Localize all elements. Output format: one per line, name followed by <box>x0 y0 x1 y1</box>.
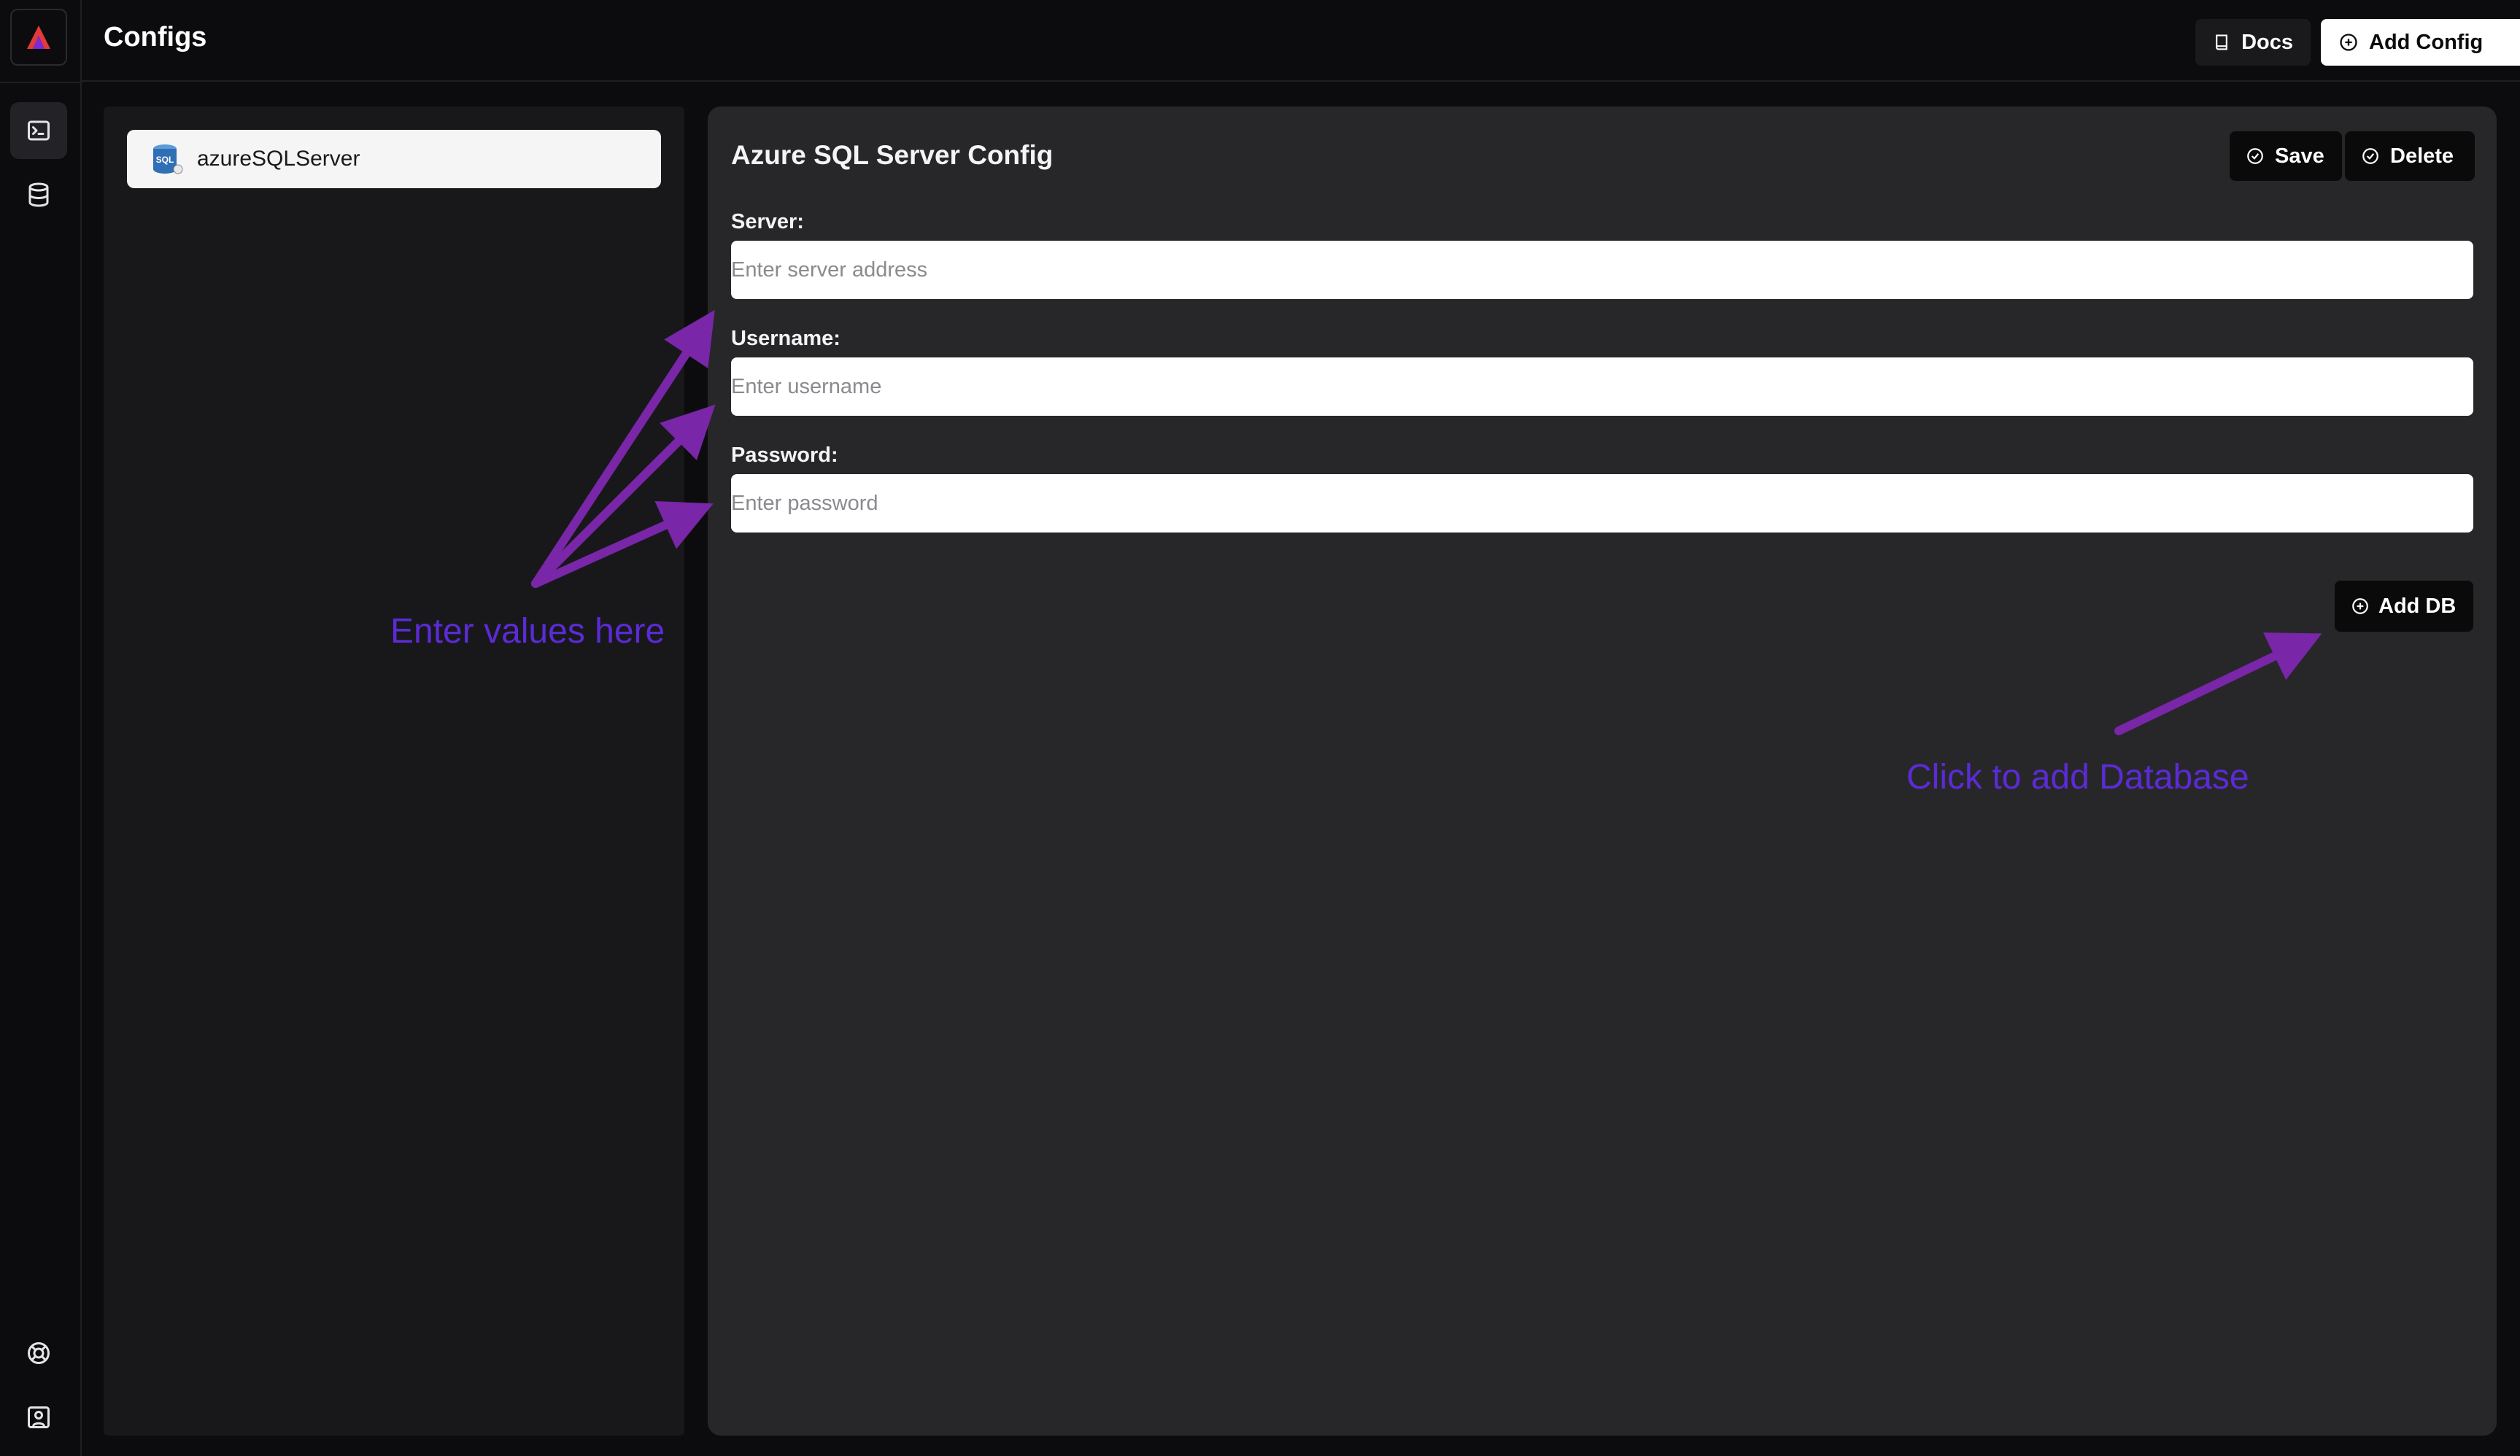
icon-rail <box>0 0 82 1456</box>
rail-item-configs[interactable] <box>10 102 67 159</box>
check-circle-icon <box>2362 148 2378 164</box>
terminal-icon <box>28 120 50 141</box>
top-header: Configs Docs Add Config <box>82 0 2520 82</box>
check-circle-icon <box>2247 148 2263 164</box>
plus-circle-icon <box>2352 598 2368 614</box>
docs-label: Docs <box>2241 30 2293 54</box>
rail-divider <box>0 82 80 83</box>
app-logo[interactable] <box>10 9 67 66</box>
config-list-item-label: azureSQLServer <box>197 147 360 171</box>
rail-item-help[interactable] <box>10 1325 67 1382</box>
save-label: Save <box>2275 144 2324 168</box>
add-config-button[interactable]: Add Config <box>2321 19 2520 66</box>
page-title: Configs <box>104 22 207 53</box>
delete-button[interactable]: Delete <box>2345 131 2475 181</box>
rail-item-databases[interactable] <box>10 166 67 223</box>
save-button[interactable]: Save <box>2230 131 2342 181</box>
server-label: Server: <box>731 210 804 233</box>
password-label: Password: <box>731 444 838 467</box>
annotation-enter-values: Enter values here <box>390 612 665 651</box>
svg-text:SQL: SQL <box>156 155 174 165</box>
delete-label: Delete <box>2390 144 2454 168</box>
password-input[interactable] <box>731 474 2473 533</box>
add-config-label: Add Config <box>2369 30 2484 54</box>
config-title: Azure SQL Server Config <box>731 140 1054 170</box>
username-input[interactable] <box>731 357 2473 416</box>
sql-server-icon: SQL <box>153 144 183 174</box>
book-icon <box>2216 34 2227 50</box>
rail-item-profile[interactable] <box>10 1389 67 1446</box>
database-icon <box>28 182 49 207</box>
plus-circle-icon <box>2340 34 2357 51</box>
user-profile-icon <box>28 1406 50 1428</box>
server-input[interactable] <box>731 241 2473 299</box>
config-list-item[interactable]: SQL azureSQLServer <box>127 130 661 188</box>
add-db-label: Add DB <box>2378 594 2457 618</box>
annotation-add-database: Click to add Database <box>1906 758 2249 797</box>
help-lifebuoy-icon <box>28 1342 50 1364</box>
config-list-panel: SQL azureSQLServer <box>104 107 684 1436</box>
docs-button[interactable]: Docs <box>2195 19 2311 66</box>
logo-icon <box>27 26 50 49</box>
username-label: Username: <box>731 327 840 350</box>
add-db-button[interactable]: Add DB <box>2335 581 2473 632</box>
